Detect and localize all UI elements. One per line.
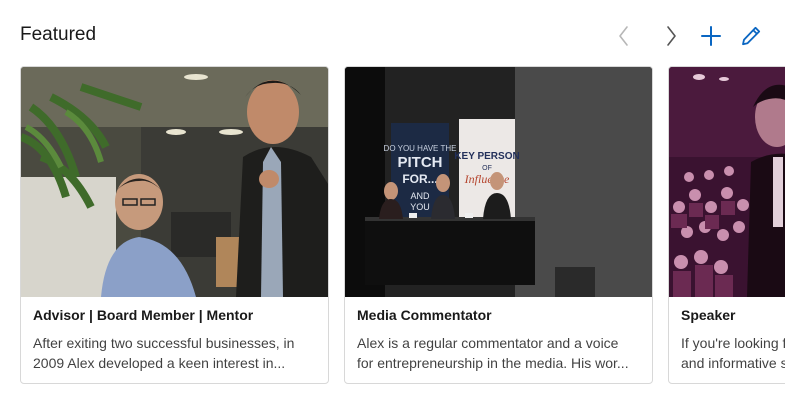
chevron-left-icon <box>619 26 628 46</box>
card-description-line: 2009 Alex developed a keen interest in..… <box>33 355 286 371</box>
card-thumbnail: DO YOU HAVE THE PITCH FOR... AND YOU KEY… <box>345 67 652 297</box>
card-thumbnail <box>669 67 785 297</box>
card-description-line: After exiting two successful businesses,… <box>33 335 295 351</box>
edit-featured-button[interactable] <box>737 22 765 50</box>
featured-section: Featured Advisor | Board Member | Mentor… <box>0 0 785 410</box>
featured-header: Featured <box>20 22 765 50</box>
section-title: Featured <box>20 24 97 45</box>
add-featured-button[interactable] <box>697 22 725 50</box>
card-description: If you're looking for a and informative … <box>681 333 785 373</box>
svg-text:FOR...: FOR... <box>402 172 437 186</box>
previous-button[interactable] <box>610 22 638 50</box>
card-description-line: If you're looking for a <box>681 335 785 351</box>
svg-text:OF: OF <box>482 165 492 172</box>
svg-text:YOU: YOU <box>410 202 430 212</box>
chevron-right-icon <box>667 26 676 46</box>
card-description-line: for entrepreneurship in the media. His w… <box>357 355 629 371</box>
svg-text:DO YOU HAVE THE: DO YOU HAVE THE <box>384 144 457 153</box>
svg-text:KEY PERSON: KEY PERSON <box>454 151 519 162</box>
plus-icon <box>701 26 721 46</box>
card-description: After exiting two successful businesses,… <box>33 333 317 373</box>
card-description-line: Alex is a regular commentator and a voic… <box>357 335 619 351</box>
card-description-line: and informative spe <box>681 355 785 371</box>
card-title: Advisor | Board Member | Mentor <box>33 307 254 323</box>
card-description: Alex is a regular commentator and a voic… <box>357 333 641 373</box>
card-thumbnail <box>21 67 328 297</box>
featured-card-speaker[interactable]: Speaker If you're looking for a and info… <box>668 66 785 384</box>
featured-carousel[interactable]: Advisor | Board Member | Mentor After ex… <box>20 66 785 384</box>
card-title: Speaker <box>681 307 736 323</box>
svg-text:PITCH: PITCH <box>398 154 443 171</box>
card-title: Media Commentator <box>357 307 492 323</box>
featured-card-advisor[interactable]: Advisor | Board Member | Mentor After ex… <box>20 66 329 384</box>
next-button[interactable] <box>657 22 685 50</box>
svg-text:AND: AND <box>410 191 430 201</box>
pencil-icon <box>742 26 761 46</box>
featured-card-media-commentator[interactable]: DO YOU HAVE THE PITCH FOR... AND YOU KEY… <box>344 66 653 384</box>
